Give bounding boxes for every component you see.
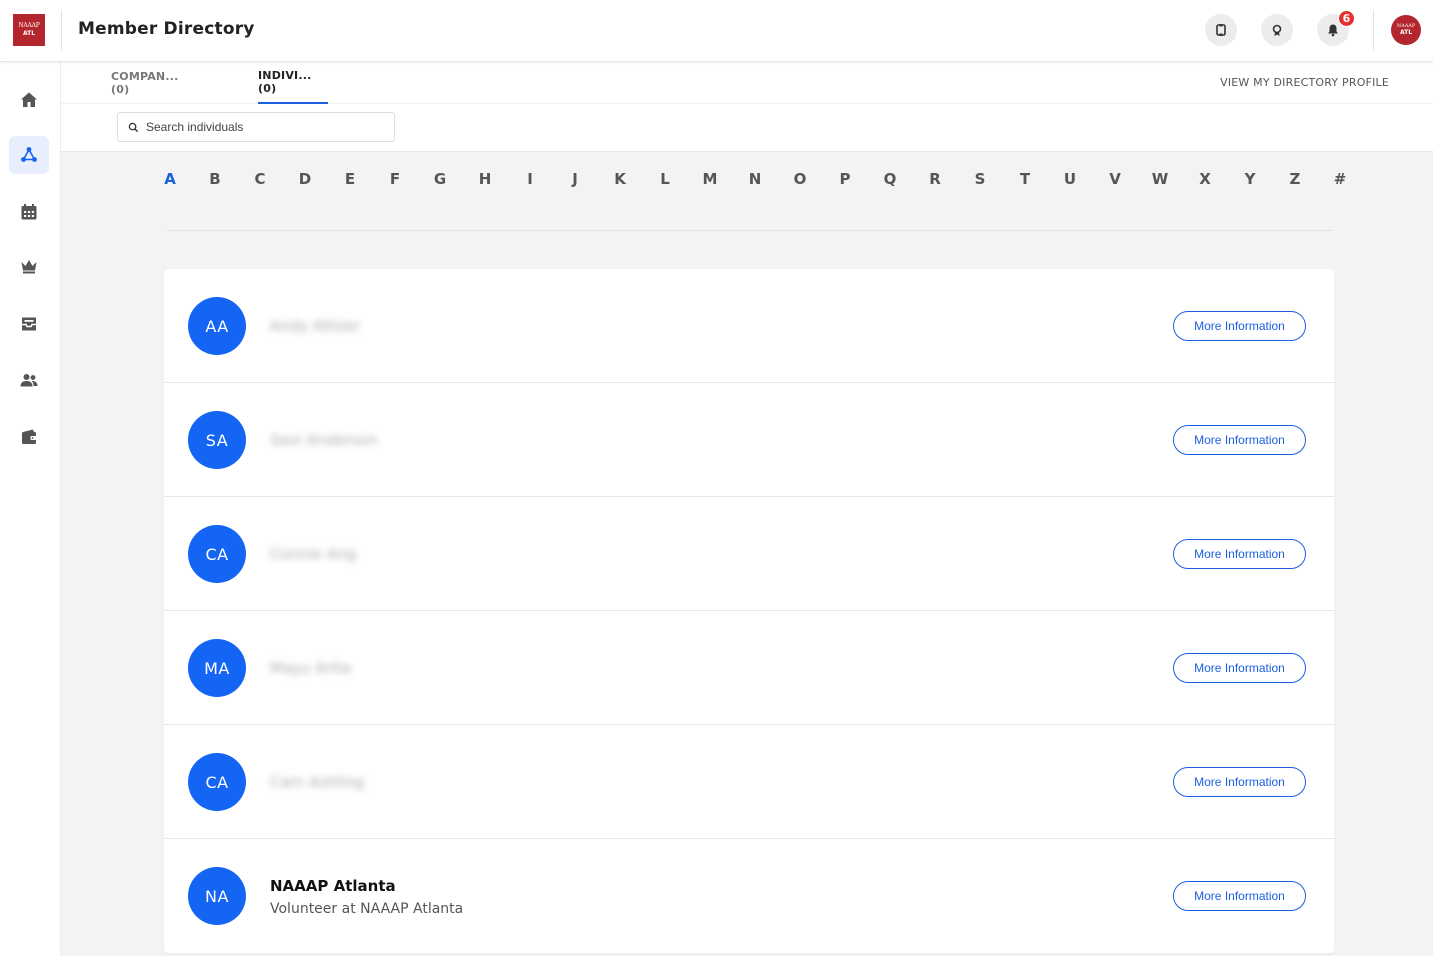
member-name[interactable]: Mayu Arita [270,659,351,677]
tab-individuals[interactable]: INDIVI... (0) [258,62,328,104]
sidebar-item-messages[interactable] [9,305,49,343]
letter-filter-q[interactable]: Q [878,170,902,188]
award-icon [1272,24,1282,36]
notification-count-badge: 6 [1338,10,1355,27]
letter-filter-h[interactable]: H [473,170,497,188]
member-name[interactable]: Cam Ashling [270,773,364,791]
letter-filter-z[interactable]: Z [1283,170,1307,188]
letter-filter-j[interactable]: J [563,170,587,188]
calendar-icon [21,204,37,220]
more-information-button[interactable]: More Information [1173,539,1306,569]
alphabet-divider [167,230,1333,231]
people-icon [20,374,38,387]
more-information-button[interactable]: More Information [1173,311,1306,341]
member-name[interactable]: Savi Anderson [270,431,378,449]
notifications-button[interactable]: 6 [1317,10,1355,46]
sidebar-item-membership[interactable] [9,247,49,285]
letter-filter-b[interactable]: B [203,170,227,188]
member-avatar[interactable]: AA [188,297,246,355]
naaap-logo[interactable]: NAAAP ATL [13,14,45,46]
sidebar-item-events[interactable] [9,193,49,231]
home-icon [21,92,37,107]
member-subtitle: Volunteer at NAAAP Atlanta [270,901,464,917]
search-bar-area [61,104,1433,152]
letter-filter-m[interactable]: M [698,170,722,188]
letter-filter-e[interactable]: E [338,170,362,188]
letter-filter-g[interactable]: G [428,170,452,188]
header-divider [1373,10,1374,50]
member-avatar[interactable]: SA [188,411,246,469]
letter-filter-r[interactable]: R [923,170,947,188]
member-row: MA Mayu Arita More Information [164,611,1334,725]
crown-icon [21,260,37,274]
sidebar-item-directory[interactable] [9,136,49,174]
sidebar-item-payments[interactable] [9,418,49,456]
directory-tabs: COMPAN... (0) INDIVI... (0) VIEW MY DIRE… [61,62,1433,104]
member-avatar[interactable]: NA [188,867,246,925]
letter-filter-t[interactable]: T [1013,170,1037,188]
bell-icon [1328,24,1338,37]
letter-filter-a[interactable]: A [158,170,182,188]
id-badge-icon [1216,24,1226,36]
more-information-button[interactable]: More Information [1173,881,1306,911]
letter-filter-p[interactable]: P [833,170,857,188]
view-directory-profile-link[interactable]: VIEW MY DIRECTORY PROFILE [1220,76,1389,89]
achievements-button[interactable] [1261,14,1293,46]
page-title: Member Directory [78,19,255,39]
letter-filter-c[interactable]: C [248,170,272,188]
letter-filter-n[interactable]: N [743,170,767,188]
more-information-button[interactable]: More Information [1173,653,1306,683]
member-name[interactable]: Andy Altizer [270,317,361,335]
letter-filter-s[interactable]: S [968,170,992,188]
member-row: SA Savi Anderson More Information [164,383,1334,497]
wallet-icon [22,429,37,444]
alphabet-filter: A B C D E F G H I J K L M N O P Q R S T U V W X Y Z # [164,170,1346,194]
member-name[interactable]: NAAAP Atlanta [270,877,396,895]
tab-companies[interactable]: COMPAN... (0) [111,62,199,104]
letter-filter-hash[interactable]: # [1328,170,1352,188]
sidebar-nav [0,62,61,956]
letter-filter-v[interactable]: V [1103,170,1127,188]
letter-filter-l[interactable]: L [653,170,677,188]
letter-filter-y[interactable]: Y [1238,170,1262,188]
member-row: AA Andy Altizer More Information [164,269,1334,383]
sidebar-item-home[interactable] [9,81,49,119]
network-icon [21,147,37,162]
search-icon [128,122,139,132]
member-avatar[interactable]: MA [188,639,246,697]
member-row: NA NAAAP Atlanta Volunteer at NAAAP Atlant… [164,839,1334,953]
member-avatar[interactable]: CA [188,525,246,583]
search-box[interactable] [117,112,395,142]
inbox-icon [22,317,36,331]
letter-filter-d[interactable]: D [293,170,317,188]
letter-filter-f[interactable]: F [383,170,407,188]
more-information-button[interactable]: More Information [1173,425,1306,455]
letter-filter-w[interactable]: W [1148,170,1172,188]
letter-filter-i[interactable]: I [518,170,542,188]
header-divider [61,10,62,50]
letter-filter-o[interactable]: O [788,170,812,188]
letter-filter-k[interactable]: K [608,170,632,188]
member-avatar[interactable]: CA [188,753,246,811]
sidebar-item-groups[interactable] [9,361,49,399]
letter-filter-x[interactable]: X [1193,170,1217,188]
member-list: AA Andy Altizer More Information SA Savi And… [164,269,1334,953]
member-row: CA Cam Ashling More Information [164,725,1334,839]
member-row: CA Connie Ang More Information [164,497,1334,611]
user-avatar[interactable]: NAAAP ATL [1391,15,1421,45]
member-name[interactable]: Connie Ang [270,545,356,563]
letter-filter-u[interactable]: U [1058,170,1082,188]
more-information-button[interactable]: More Information [1173,767,1306,797]
badge-scan-button[interactable] [1205,14,1237,46]
search-input[interactable] [146,120,376,134]
top-header: NAAAP ATL Member Directory 6 NAAAP ATL [0,0,1433,62]
